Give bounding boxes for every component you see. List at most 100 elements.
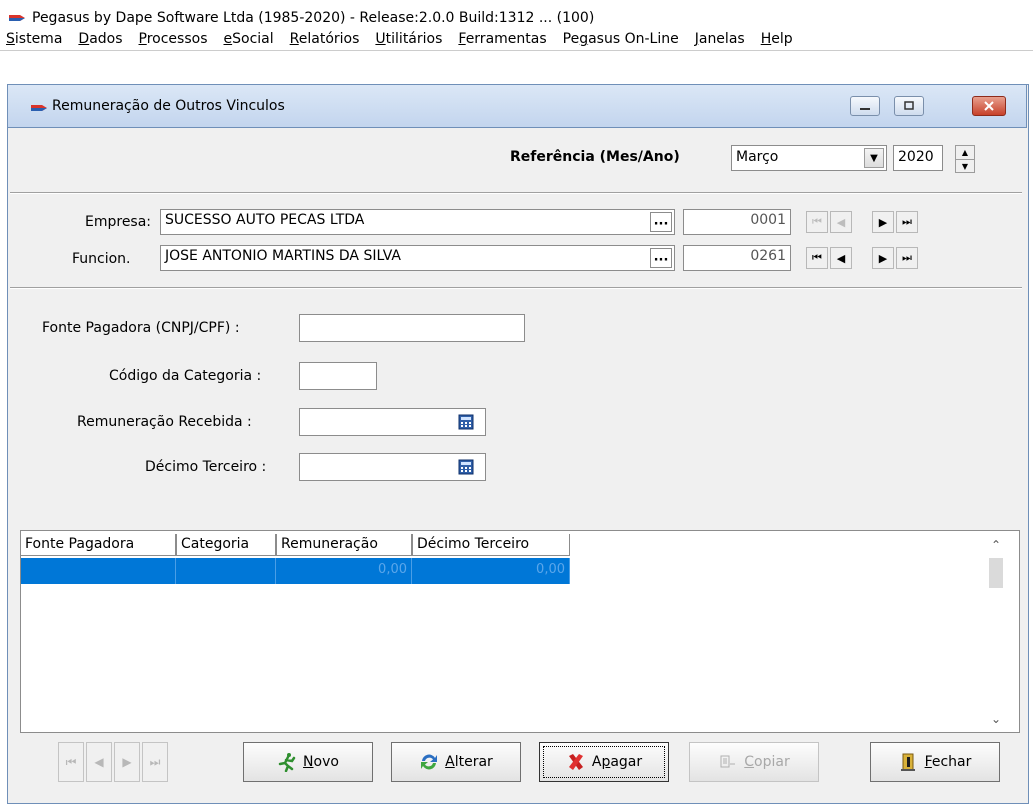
menu-relatorios-label: elatórios <box>298 31 360 47</box>
grid-last-button[interactable]: ⏭ <box>142 742 168 782</box>
year-input[interactable]: 2020 <box>893 145 943 171</box>
menu-janelas-label: anelas <box>698 31 745 47</box>
referencia-label: Referência (Mes/Ano) <box>510 149 680 165</box>
menu-sistema-label: istema <box>14 31 63 47</box>
copiar-label: Copiar <box>744 754 790 770</box>
grid-header-categoria[interactable]: Categoria <box>176 534 276 556</box>
grid-header-fonte[interactable]: Fonte Pagadora <box>20 534 176 556</box>
copy-icon <box>720 755 736 768</box>
apagar-label: Apagar <box>591 754 643 770</box>
grid-header-remuneracao[interactable]: Remuneração <box>276 534 412 556</box>
grid-cell-remuneracao[interactable]: 0,00 <box>276 558 412 584</box>
close-window-button[interactable] <box>972 96 1006 116</box>
first-record-icon: ⏮ <box>812 215 822 228</box>
grid-cell-fonte[interactable] <box>21 558 176 584</box>
menu-utilitarios-label: tilitários <box>385 31 443 47</box>
alterar-button[interactable]: Alterar <box>391 742 521 782</box>
calculator-icon[interactable] <box>458 459 474 475</box>
grid-header-decimo[interactable]: Décimo Terceiro <box>412 534 570 556</box>
menu-sistema[interactable]: Sistema <box>6 31 62 47</box>
remuneracao-label: Remuneração Recebida : <box>77 414 252 430</box>
copiar-button[interactable]: Copiar <box>689 742 819 782</box>
spin-down-icon[interactable]: ▼ <box>956 160 974 173</box>
empresa-first-button[interactable]: ⏮ <box>806 211 828 233</box>
grid-cell-categoria[interactable] <box>176 558 276 584</box>
fechar-button[interactable]: Fechar <box>870 742 1000 782</box>
app-title: Pegasus by Dape Software Ltda (1985-2020… <box>32 10 595 26</box>
running-man-icon <box>278 753 296 772</box>
menu-utilitarios[interactable]: Utilitários <box>375 31 442 47</box>
refresh-icon <box>421 754 438 770</box>
grid-first-button[interactable]: ⏮ <box>58 742 84 782</box>
spin-up-icon[interactable]: ▲ <box>956 146 974 160</box>
funcionario-last-button[interactable]: ⏭ <box>896 247 918 269</box>
funcionario-first-button[interactable]: ⏮ <box>806 247 828 269</box>
exit-door-icon <box>900 753 915 771</box>
menu-pegasus-online[interactable]: Pegasus On-Line <box>563 31 679 47</box>
maximize-button[interactable] <box>894 96 924 116</box>
empresa-prev-button[interactable]: ◀ <box>830 211 852 233</box>
menu-dados[interactable]: Dados <box>78 31 122 47</box>
menu-bar: Sistema Dados Processos eSocial Relatóri… <box>0 28 1033 51</box>
funcionario-lookup-button[interactable]: ··· <box>650 248 672 268</box>
scroll-up-icon[interactable]: ⌃ <box>986 536 1006 554</box>
codigo-categoria-label: Código da Categoria : <box>109 368 262 384</box>
menu-ferramentas-label: erramentas <box>465 31 547 47</box>
app-titlebar: Pegasus by Dape Software Ltda (1985-2020… <box>8 8 594 28</box>
empresa-label: Empresa: <box>85 214 152 230</box>
empresa-next-button[interactable]: ▶ <box>872 211 894 233</box>
fechar-label: Fechar <box>924 754 972 770</box>
funcionario-next-button[interactable]: ▶ <box>872 247 894 269</box>
last-record-icon: ⏭ <box>902 251 912 264</box>
year-spinner[interactable]: ▲ ▼ <box>955 145 975 173</box>
window-title: Remuneração de Outros Vinculos <box>52 98 285 114</box>
next-record-icon: ▶ <box>878 251 888 265</box>
empresa-name-field[interactable]: SUCESSO AUTO PECAS LTDA <box>160 209 675 235</box>
menu-processos[interactable]: Processos <box>139 31 208 47</box>
minimize-icon <box>851 97 879 115</box>
empresa-lookup-button[interactable]: ··· <box>650 212 672 232</box>
minimize-button[interactable] <box>850 96 880 116</box>
menu-help[interactable]: Help <box>761 31 793 47</box>
novo-button[interactable]: Novo <box>243 742 373 782</box>
grid-cell-decimo[interactable]: 0,00 <box>412 558 570 584</box>
apagar-button[interactable]: Apagar <box>539 742 669 782</box>
funcionario-name-field[interactable]: JOSE ANTONIO MARTINS DA SILVA <box>160 245 675 271</box>
menu-relatorios[interactable]: Relatórios <box>290 31 360 47</box>
empresa-code-field[interactable]: 0001 <box>683 209 791 235</box>
menu-dados-label: ados <box>89 31 123 47</box>
scroll-down-icon[interactable]: ⌄ <box>986 710 1006 728</box>
funcionario-name-value: JOSE ANTONIO MARTINS DA SILVA <box>165 248 401 264</box>
last-record-icon: ⏭ <box>149 754 161 769</box>
last-record-icon: ⏭ <box>902 215 912 228</box>
month-value: Março <box>736 149 779 165</box>
maximize-icon <box>895 97 923 115</box>
grid-next-button[interactable]: ▶ <box>114 742 140 782</box>
window-logo-icon <box>31 105 47 111</box>
funcionario-code-field[interactable]: 0261 <box>683 245 791 271</box>
codigo-categoria-input[interactable] <box>299 362 377 390</box>
grid-prev-button[interactable]: ◀ <box>86 742 112 782</box>
next-record-icon: ▶ <box>878 215 888 229</box>
funcionario-prev-button[interactable]: ◀ <box>830 247 852 269</box>
empresa-name-value: SUCESSO AUTO PECAS LTDA <box>165 212 365 228</box>
menu-esocial[interactable]: eSocial <box>224 31 274 47</box>
empresa-last-button[interactable]: ⏭ <box>896 211 918 233</box>
calculator-icon[interactable] <box>458 414 474 430</box>
scroll-thumb[interactable] <box>989 558 1003 588</box>
menu-pegasus-online-label: Pegasus On-Line <box>562 31 679 47</box>
separator <box>10 192 1022 194</box>
chevron-down-icon[interactable]: ▼ <box>864 148 884 168</box>
month-select[interactable]: Março ▼ <box>731 145 887 171</box>
delete-x-icon <box>568 754 583 770</box>
menu-janelas[interactable]: Janelas <box>695 31 745 47</box>
fonte-pagadora-label: Fonte Pagadora (CNPJ/CPF) : <box>42 320 240 336</box>
decimo-terceiro-label: Décimo Terceiro : <box>145 459 267 475</box>
funcionario-label: Funcion. <box>72 251 131 267</box>
next-record-icon: ▶ <box>122 755 132 769</box>
prev-record-icon: ◀ <box>836 215 846 229</box>
alterar-label: Alterar <box>445 754 493 770</box>
menu-ferramentas[interactable]: Ferramentas <box>458 31 546 47</box>
pegasus-logo-icon <box>9 15 25 21</box>
fonte-pagadora-input[interactable] <box>299 314 525 342</box>
